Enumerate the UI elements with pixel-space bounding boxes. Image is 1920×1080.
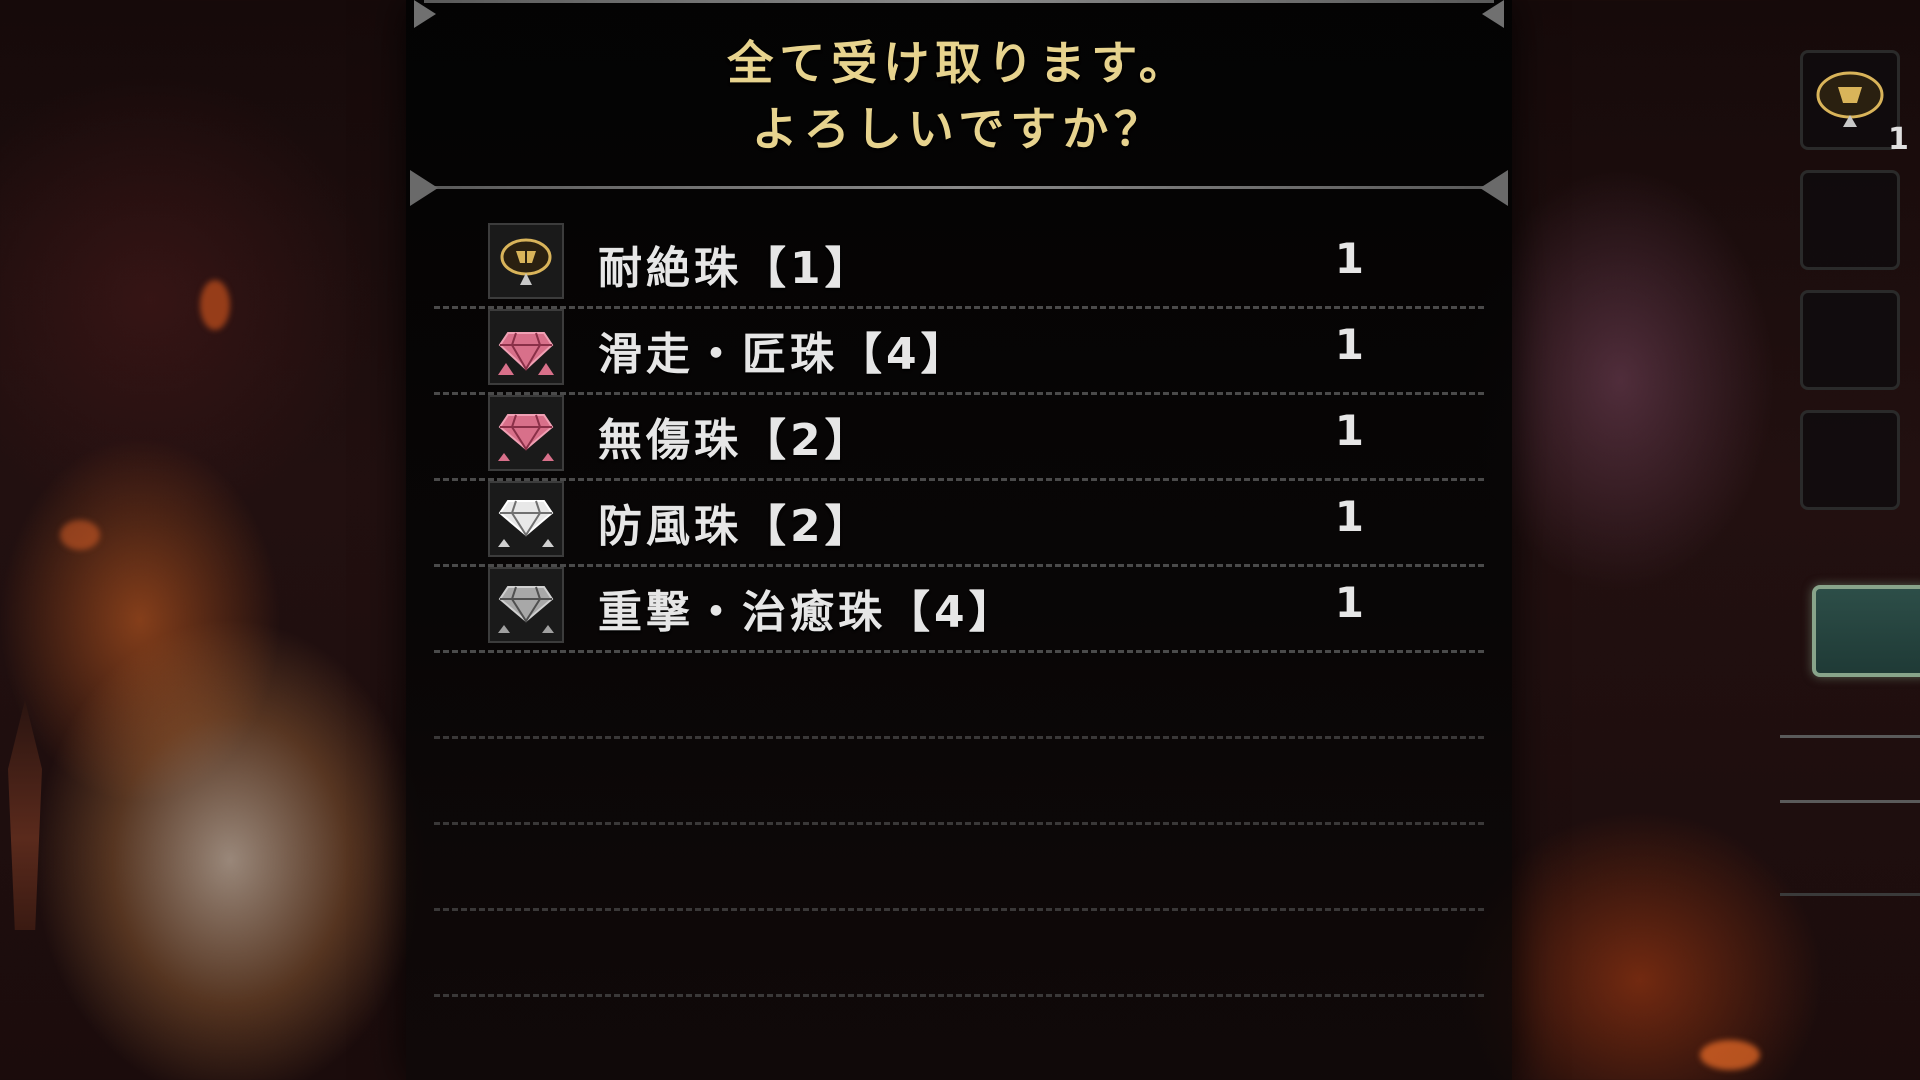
side-divider (1780, 893, 1920, 896)
list-item[interactable]: 滑走・匠珠【4】 1 (434, 306, 1484, 395)
receive-all-dialog: 全て受け取ります。 よろしいですか？ 耐絶珠【1】 1 滑走・匠珠【4】 1 無… (406, 0, 1512, 1080)
empty-list-row (434, 822, 1484, 911)
side-divider (1780, 735, 1920, 738)
background-ember (1700, 1040, 1760, 1070)
item-quantity: 1 (1334, 234, 1364, 283)
gray-decoration-gem-icon (488, 567, 564, 643)
item-name: 防風珠【2】 (598, 501, 873, 552)
list-item[interactable]: 無傷珠【2】 1 (434, 392, 1484, 481)
side-slot-count: 1 (1888, 122, 1909, 157)
gold-decoration-gem-icon (488, 223, 564, 299)
side-slot[interactable] (1800, 50, 1900, 150)
side-slot[interactable] (1800, 290, 1900, 390)
white-decoration-gem-icon (488, 481, 564, 557)
dialog-title-divider (424, 186, 1494, 189)
frame-corner-right-top (1482, 0, 1504, 28)
item-name: 滑走・匠珠【4】 (598, 329, 969, 380)
side-item-panel: 1 (1780, 0, 1920, 1080)
list-item[interactable]: 耐絶珠【1】 1 (434, 220, 1484, 309)
empty-list-row (434, 908, 1484, 997)
item-name: 耐絶珠【1】 (598, 243, 873, 294)
pink-decoration-gem-icon (488, 309, 564, 385)
item-quantity: 1 (1334, 406, 1364, 455)
item-quantity: 1 (1334, 492, 1364, 541)
dialog-title-line2: よろしいですか？ (751, 102, 1167, 156)
dialog-title: 全て受け取ります。 よろしいですか？ (406, 30, 1512, 162)
list-item[interactable]: 防風珠【2】 1 (434, 478, 1484, 567)
dialog-title-line1: 全て受け取ります。 (727, 36, 1191, 90)
confirm-button[interactable] (1812, 585, 1920, 677)
background-fire-glow (200, 280, 230, 330)
dialog-top-border (424, 0, 1494, 3)
side-slot[interactable] (1800, 170, 1900, 270)
empty-list-row (434, 650, 1484, 739)
background-ember (60, 520, 100, 550)
item-quantity: 1 (1334, 578, 1364, 627)
background-spear (8, 700, 42, 930)
empty-list-row (434, 736, 1484, 825)
side-slot[interactable] (1800, 410, 1900, 510)
list-item[interactable]: 重撃・治癒珠【4】 1 (434, 564, 1484, 653)
item-name: 重撃・治癒珠【4】 (598, 587, 1017, 638)
item-quantity: 1 (1334, 320, 1364, 369)
item-name: 無傷珠【2】 (598, 415, 873, 466)
frame-corner-left-top (414, 0, 436, 28)
frame-corner-left (410, 170, 438, 206)
side-divider (1780, 800, 1920, 803)
frame-corner-right (1480, 170, 1508, 206)
pink-decoration-gem-icon (488, 395, 564, 471)
